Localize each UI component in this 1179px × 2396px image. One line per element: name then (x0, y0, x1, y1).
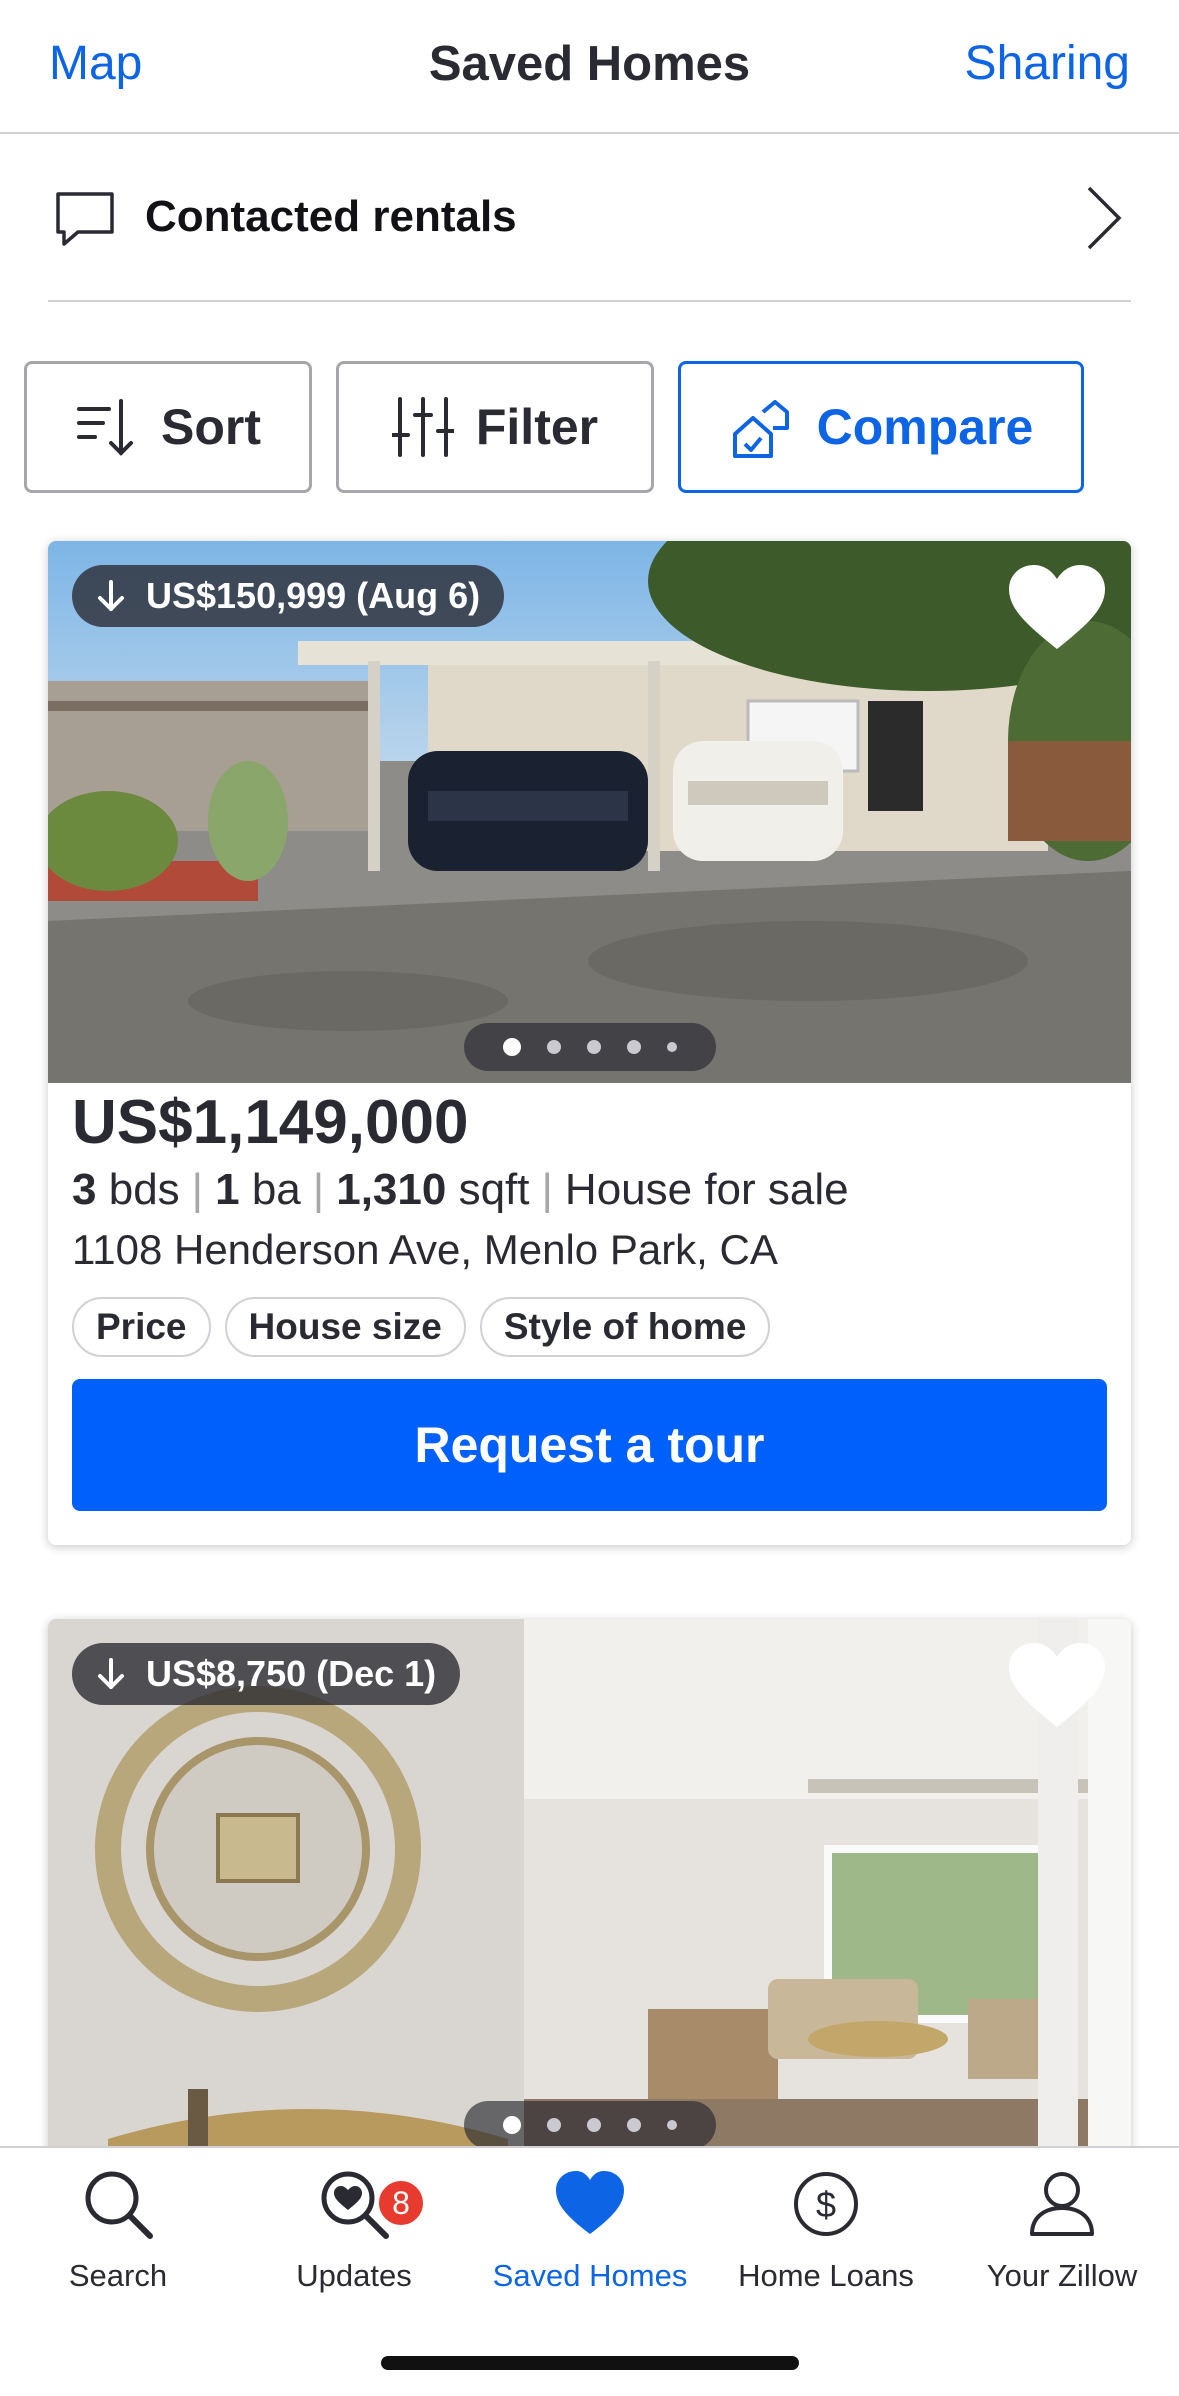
nav-saved-homes[interactable]: Saved Homes (472, 2168, 708, 2294)
photo-carousel-indicator (464, 2101, 716, 2149)
listing-address: 1108 Henderson Ave, Menlo Park, CA (72, 1226, 778, 1274)
compare-button[interactable]: Compare (678, 361, 1084, 493)
nav-your-zillow[interactable]: Your Zillow (944, 2168, 1179, 2294)
photo-carousel-indicator (464, 1023, 716, 1071)
chat-icon (56, 192, 114, 246)
svg-text:$: $ (816, 2184, 836, 2225)
toolbar: Sort Filter Compare (24, 361, 1155, 493)
compare-homes-icon (732, 400, 789, 458)
contacted-rentals-row[interactable]: Contacted rentals (48, 134, 1131, 302)
beds-unit: bds (108, 1165, 180, 1215)
filter-button[interactable]: Filter (336, 361, 654, 493)
nav-updates-label: Updates (296, 2258, 412, 2293)
match-tags: Price House size Style of home (72, 1297, 1112, 1358)
search-icon (85, 2171, 153, 2239)
home-indicator[interactable] (381, 2356, 799, 2370)
notification-badge: 8 (376, 2178, 426, 2228)
listing-price: US$1,149,000 (72, 1088, 469, 1157)
nav-search[interactable]: Search (0, 2168, 236, 2294)
price-drop-badge: US$8,750 (Dec 1) (72, 1643, 461, 1705)
request-tour-button[interactable]: Request a tour (72, 1379, 1107, 1511)
tag-chip: Style of home (479, 1297, 771, 1358)
price-drop-badge: US$150,999 (Aug 6) (72, 565, 505, 627)
listing-photo[interactable]: US$150,999 (Aug 6) (48, 541, 1131, 1083)
price-drop-text: US$8,750 (Dec 1) (146, 1653, 437, 1694)
price-drop-text: US$150,999 (Aug 6) (146, 575, 481, 616)
carousel-dot (667, 2120, 677, 2130)
compare-label: Compare (816, 399, 1034, 455)
arrow-down-icon (98, 580, 124, 611)
listing-info: US$1,149,000 3 bds | 1 ba | 1,310 sqft | House… (72, 1087, 1112, 1358)
chevron-right-icon (1087, 186, 1122, 250)
carousel-dot (547, 2118, 561, 2132)
filter-label: Filter (475, 399, 599, 455)
tag-chip: Price (72, 1297, 211, 1358)
nav-home-loans[interactable]: $ Home Loans (708, 2168, 944, 2294)
listing-facts: 3 bds | 1 ba | 1,310 sqft | House for sale (72, 1165, 849, 1215)
sharing-link[interactable]: Sharing (965, 36, 1130, 91)
carousel-dot (503, 1038, 521, 1056)
sort-icon (77, 399, 133, 456)
nav-updates[interactable]: 8 Updates (236, 2168, 472, 2294)
carousel-dot (587, 2118, 601, 2132)
save-heart-icon[interactable] (1007, 1641, 1107, 1731)
user-icon (1030, 2172, 1094, 2236)
top-header: Map Saved Homes Sharing (0, 0, 1179, 134)
carousel-dot (587, 1040, 601, 1054)
dollar-icon: $ (794, 2172, 858, 2236)
beds-value: 3 (72, 1165, 97, 1215)
nav-your-zillow-label: Your Zillow (986, 2258, 1138, 2293)
nav-search-label: Search (68, 2258, 168, 2293)
heart-icon (556, 2171, 624, 2234)
contacted-rentals-label: Contacted rentals (145, 192, 517, 241)
filter-icon (391, 397, 454, 457)
tag-chip: House size (224, 1297, 466, 1358)
save-heart-icon[interactable] (1007, 563, 1107, 653)
listing-card[interactable]: US$150,999 (Aug 6) US$1,149,000 3 bds | 1 … (48, 541, 1131, 1545)
sort-label: Sort (161, 399, 261, 455)
baths-unit: ba (251, 1165, 301, 1215)
home-type: House for sale (564, 1165, 849, 1215)
carousel-dot (667, 1042, 677, 1052)
sqft-value: 1,310 (336, 1165, 447, 1215)
baths-value: 1 (215, 1165, 240, 1215)
arrow-down-icon (98, 1658, 124, 1689)
sqft-unit: sqft (458, 1165, 530, 1215)
carousel-dot (503, 2116, 521, 2134)
carousel-dot (627, 2118, 641, 2132)
carousel-dot (627, 1040, 641, 1054)
sort-button[interactable]: Sort (24, 361, 312, 493)
nav-home-loans-label: Home Loans (738, 2258, 914, 2293)
nav-saved-homes-label: Saved Homes (492, 2258, 688, 2293)
carousel-dot (547, 1040, 561, 1054)
